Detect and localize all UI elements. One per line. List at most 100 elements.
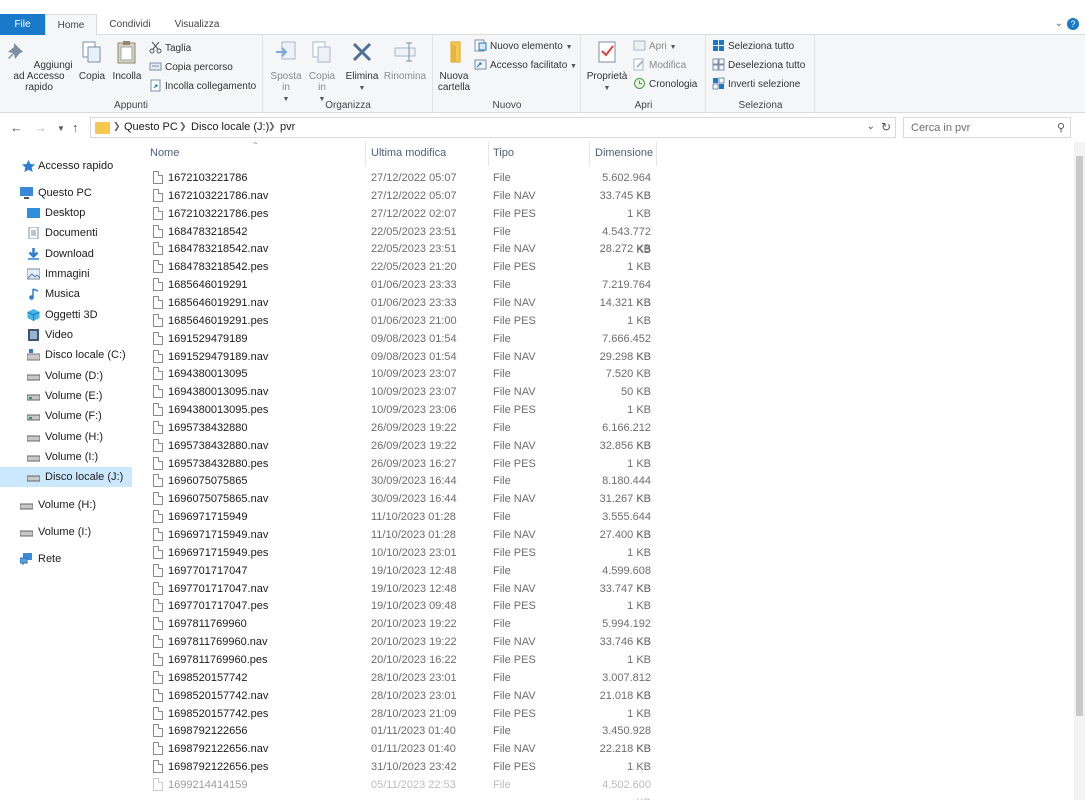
history-button[interactable]: Cronologia: [633, 76, 697, 93]
properties-button[interactable]: Proprietà ▼: [584, 39, 630, 94]
column-divider[interactable]: [656, 142, 657, 166]
table-row[interactable]: 1684783218542 22/05/2023 23:51 File 4.543.7…: [134, 223, 1074, 256]
recent-locations-chevron-icon[interactable]: ▼: [57, 124, 65, 133]
table-row[interactable]: 1697701717047.nav 19/10/2023 12:48 File NA…: [134, 580, 1074, 598]
breadcrumb-drive-j[interactable]: Disco locale (J:): [191, 121, 269, 133]
nav-3d-objects[interactable]: Oggetti 3D: [0, 305, 132, 325]
table-row[interactable]: 1697701717047 19/10/2023 12:48 File 4.599.6…: [134, 562, 1074, 595]
column-header-name[interactable]: Nome: [150, 147, 179, 159]
nav-drive-e[interactable]: Volume (E:): [0, 386, 132, 406]
refresh-icon[interactable]: ↻: [881, 120, 891, 134]
search-box[interactable]: Cerca in pvr ⚲: [903, 117, 1071, 138]
select-all-button[interactable]: Seleziona tutto: [712, 38, 794, 55]
pin-quick-access-button[interactable]: Aggiungi ad Accesso rapido: [4, 39, 74, 93]
paste-link-button[interactable]: Incolla collegamento: [149, 78, 256, 95]
paste-button[interactable]: Incolla: [110, 39, 144, 82]
table-row[interactable]: 1698520157742 28/10/2023 23:01 File 3.007.8…: [134, 669, 1074, 702]
tab-home[interactable]: Home: [45, 14, 97, 36]
nav-quick-access[interactable]: Accesso rapido: [0, 156, 132, 176]
column-header-size[interactable]: Dimensione: [595, 147, 653, 159]
column-header-type[interactable]: Tipo: [493, 147, 514, 159]
copy-to-button[interactable]: Copia in ▼: [306, 39, 338, 105]
nav-network[interactable]: Rete: [0, 549, 132, 569]
table-row[interactable]: 1696971715949.pes 10/10/2023 23:01 File PE…: [134, 544, 1074, 562]
address-dropdown-chevron-icon[interactable]: ⌄: [867, 121, 875, 132]
nav-drive-h[interactable]: Volume (H:): [0, 427, 132, 447]
breadcrumb-pvr[interactable]: pvr: [280, 121, 295, 133]
tab-view[interactable]: Visualizza: [162, 14, 232, 35]
breadcrumb-this-pc[interactable]: Questo PC: [124, 121, 178, 133]
column-divider[interactable]: [589, 142, 590, 166]
new-item-button[interactable]: Nuovo elemento ▼: [474, 38, 573, 55]
help-icon[interactable]: ?: [1067, 18, 1079, 30]
nav-drive-c[interactable]: Disco locale (C:): [0, 345, 132, 365]
table-row[interactable]: 1684783218542.nav 22/05/2023 23:51 File NA…: [134, 240, 1074, 258]
table-row[interactable]: 1695738432880.nav 26/09/2023 19:22 File NA…: [134, 437, 1074, 455]
back-arrow-icon[interactable]: ←: [10, 120, 23, 135]
breadcrumb-separator-icon[interactable]: ❯: [113, 121, 121, 132]
breadcrumb-separator-icon[interactable]: ❯: [268, 121, 276, 132]
table-row[interactable]: 1685646019291.pes 01/06/2023 21:00 File PE…: [134, 312, 1074, 330]
table-row[interactable]: 1696075075865 30/09/2023 16:44 File 8.180.4…: [134, 472, 1074, 505]
vertical-scrollbar[interactable]: [1074, 142, 1085, 800]
new-folder-button[interactable]: Nuova cartella: [436, 39, 472, 93]
tab-file[interactable]: File: [0, 14, 45, 35]
column-divider[interactable]: [488, 142, 489, 166]
table-row[interactable]: 1697701717047.pes 19/10/2023 09:48 File PE…: [134, 597, 1074, 615]
nav-drive-i[interactable]: Volume (I:): [0, 447, 132, 467]
rename-button[interactable]: Rinomina: [382, 39, 428, 82]
nav-downloads[interactable]: Download: [0, 244, 132, 264]
tab-share[interactable]: Condividi: [98, 14, 162, 35]
delete-button[interactable]: Elimina ▼: [344, 39, 380, 94]
table-row[interactable]: 1696075075865.nav 30/09/2023 16:44 File NA…: [134, 490, 1074, 508]
table-row[interactable]: 1672103221786.pes 27/12/2022 02:07 File PE…: [134, 205, 1074, 223]
table-row[interactable]: 1694380013095 10/09/2023 23:07 File 7.520 K…: [134, 365, 1074, 383]
table-row[interactable]: 1694380013095.pes 10/09/2023 23:06 File PE…: [134, 401, 1074, 419]
edit-button[interactable]: Modifica: [633, 57, 686, 74]
nav-drive-j[interactable]: Disco locale (J:): [0, 467, 132, 487]
table-row[interactable]: 1698520157742.pes 28/10/2023 21:09 File PE…: [134, 705, 1074, 723]
table-row[interactable]: 1699214414159 05/11/2023 22:53 File 4.502.6…: [134, 776, 1074, 800]
nav-volume-i[interactable]: Volume (I:): [0, 522, 132, 542]
table-row[interactable]: 1696971715949 11/10/2023 01:28 File 3.555.6…: [134, 508, 1074, 541]
column-header-modified[interactable]: Ultima modifica: [371, 147, 446, 159]
table-row[interactable]: 1694380013095.nav 10/09/2023 23:07 File NA…: [134, 383, 1074, 401]
minimize-ribbon-chevron-icon[interactable]: ⌄: [1055, 18, 1063, 29]
invert-selection-button[interactable]: Inverti selezione: [712, 76, 800, 93]
copy-button[interactable]: Copia: [76, 39, 108, 82]
nav-pictures[interactable]: Immagini: [0, 264, 132, 284]
table-row[interactable]: 1691529479189 09/08/2023 01:54 File 7.666.4…: [134, 330, 1074, 363]
nav-videos[interactable]: Video: [0, 325, 132, 345]
table-row[interactable]: 1698792122656 01/11/2023 01:40 File 3.450.9…: [134, 722, 1074, 755]
table-row[interactable]: 1698520157742.nav 28/10/2023 23:01 File NA…: [134, 687, 1074, 705]
table-row[interactable]: 1697811769960 20/10/2023 19:22 File 5.994.1…: [134, 615, 1074, 648]
nav-music[interactable]: Musica: [0, 284, 132, 304]
nav-desktop[interactable]: Desktop: [0, 203, 132, 223]
nav-drive-f[interactable]: Volume (F:): [0, 406, 132, 426]
path-box[interactable]: ❯ Questo PC ❯ Disco locale (J:) ❯ pvr ⌄ …: [90, 117, 896, 138]
table-row[interactable]: 1685646019291.nav 01/06/2023 23:33 File NA…: [134, 294, 1074, 312]
nav-drive-d[interactable]: Volume (D:): [0, 366, 132, 386]
move-to-button[interactable]: Sposta in ▼: [268, 39, 304, 105]
copy-path-button[interactable]: Copia percorso: [149, 59, 233, 76]
nav-documents[interactable]: Documenti: [0, 223, 132, 243]
table-row[interactable]: 1672103221786.nav 27/12/2022 05:07 File NA…: [134, 187, 1074, 205]
cut-button[interactable]: Taglia: [149, 40, 191, 57]
table-row[interactable]: 1698792122656.nav 01/11/2023 01:40 File NA…: [134, 740, 1074, 758]
nav-this-pc[interactable]: Questo PC: [0, 183, 132, 203]
table-row[interactable]: 1698792122656.pes 31/10/2023 23:42 File PE…: [134, 758, 1074, 776]
select-none-button[interactable]: Deseleziona tutto: [712, 57, 805, 74]
table-row[interactable]: 1696971715949.nav 11/10/2023 01:28 File NA…: [134, 526, 1074, 544]
table-row[interactable]: 1695738432880 26/09/2023 19:22 File 6.166.2…: [134, 419, 1074, 452]
easy-access-button[interactable]: Accesso facilitato ▼: [474, 57, 577, 74]
table-row[interactable]: 1672103221786 27/12/2022 05:07 File 5.602.9…: [134, 169, 1074, 202]
scrollbar-thumb[interactable]: [1076, 156, 1083, 716]
table-row[interactable]: 1691529479189.nav 09/08/2023 01:54 File NA…: [134, 348, 1074, 366]
breadcrumb-separator-icon[interactable]: ❯: [179, 121, 187, 132]
table-row[interactable]: 1685646019291 01/06/2023 23:33 File 7.219.7…: [134, 276, 1074, 309]
table-row[interactable]: 1697811769960.pes 20/10/2023 16:22 File PE…: [134, 651, 1074, 669]
table-row[interactable]: 1695738432880.pes 26/09/2023 16:27 File PE…: [134, 455, 1074, 473]
column-divider[interactable]: [365, 142, 366, 166]
open-button[interactable]: Apri ▼: [633, 38, 677, 55]
forward-arrow-icon[interactable]: →: [34, 120, 47, 135]
